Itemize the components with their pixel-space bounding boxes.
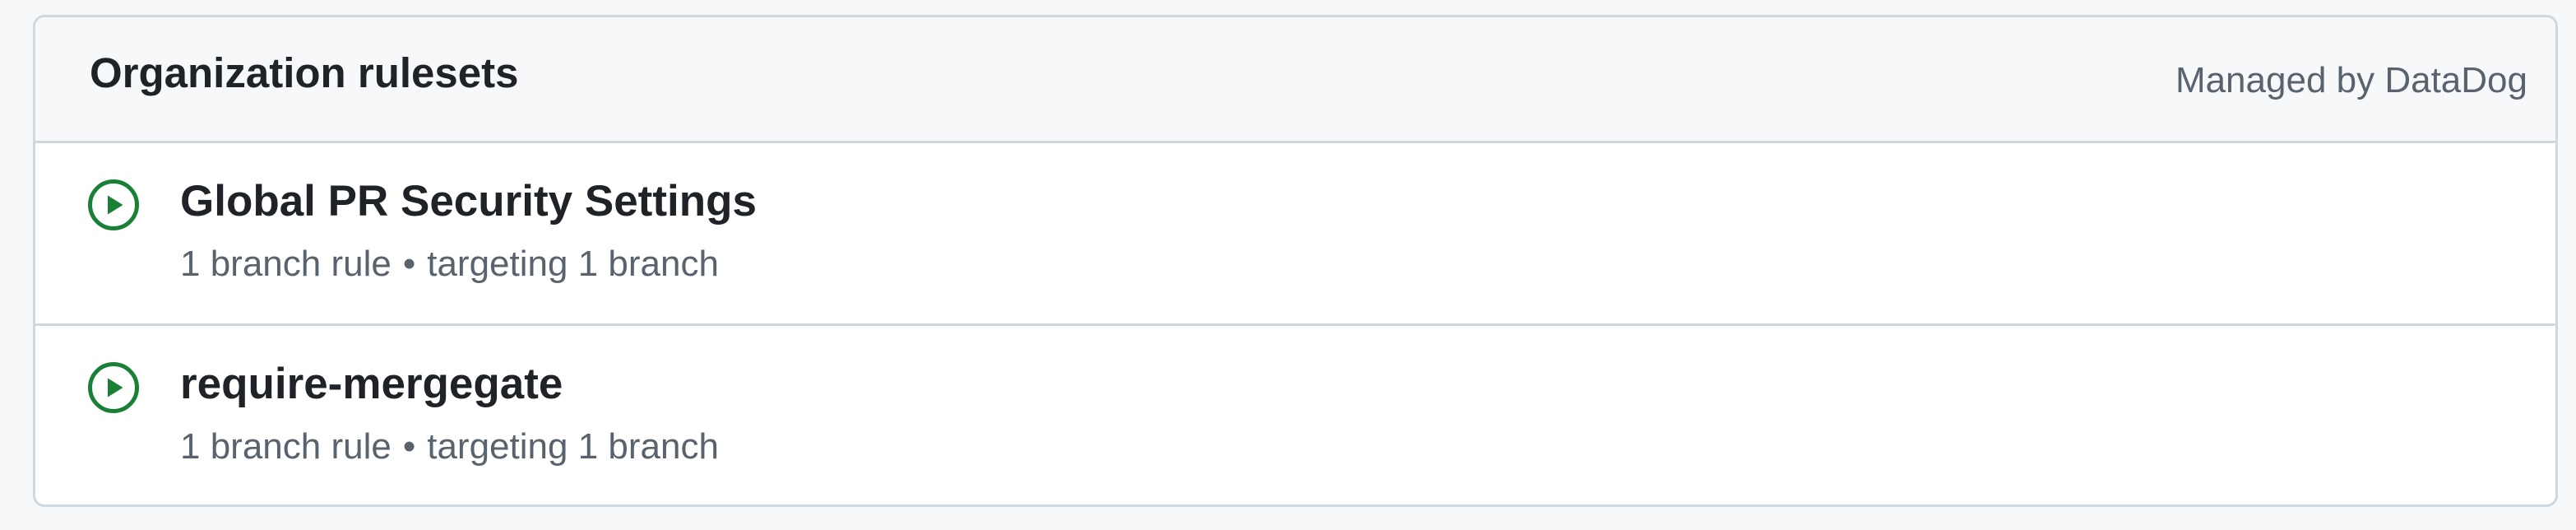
branch-rule-count: 1 branch rule [180,244,391,284]
branch-rule-count: 1 branch rule [180,426,391,467]
ruleset-name-link[interactable]: require-mergegate [180,359,563,409]
play-circle-icon [86,178,141,232]
panel-header: Organization rulesets Managed by DataDog [35,17,2555,143]
meta-separator: • [402,244,416,284]
targeting-count: targeting 1 branch [427,244,719,284]
ruleset-row: require-mergegate 1 branch rule • targetin… [35,323,2555,504]
organization-rulesets-panel: Organization rulesets Managed by DataDog… [33,15,2558,507]
ruleset-meta: 1 branch rule • targeting 1 branch [180,244,719,285]
targeting-count: targeting 1 branch [427,426,719,467]
ruleset-meta: 1 branch rule • targeting 1 branch [180,426,719,467]
ruleset-name-link[interactable]: Global PR Security Settings [180,176,757,226]
managed-by-label: Managed by DataDog [2175,60,2527,100]
panel-title: Organization rulesets [90,49,519,96]
play-circle-icon [86,360,141,415]
meta-separator: • [402,426,416,467]
ruleset-row: Global PR Security Settings 1 branch rul… [35,143,2555,323]
